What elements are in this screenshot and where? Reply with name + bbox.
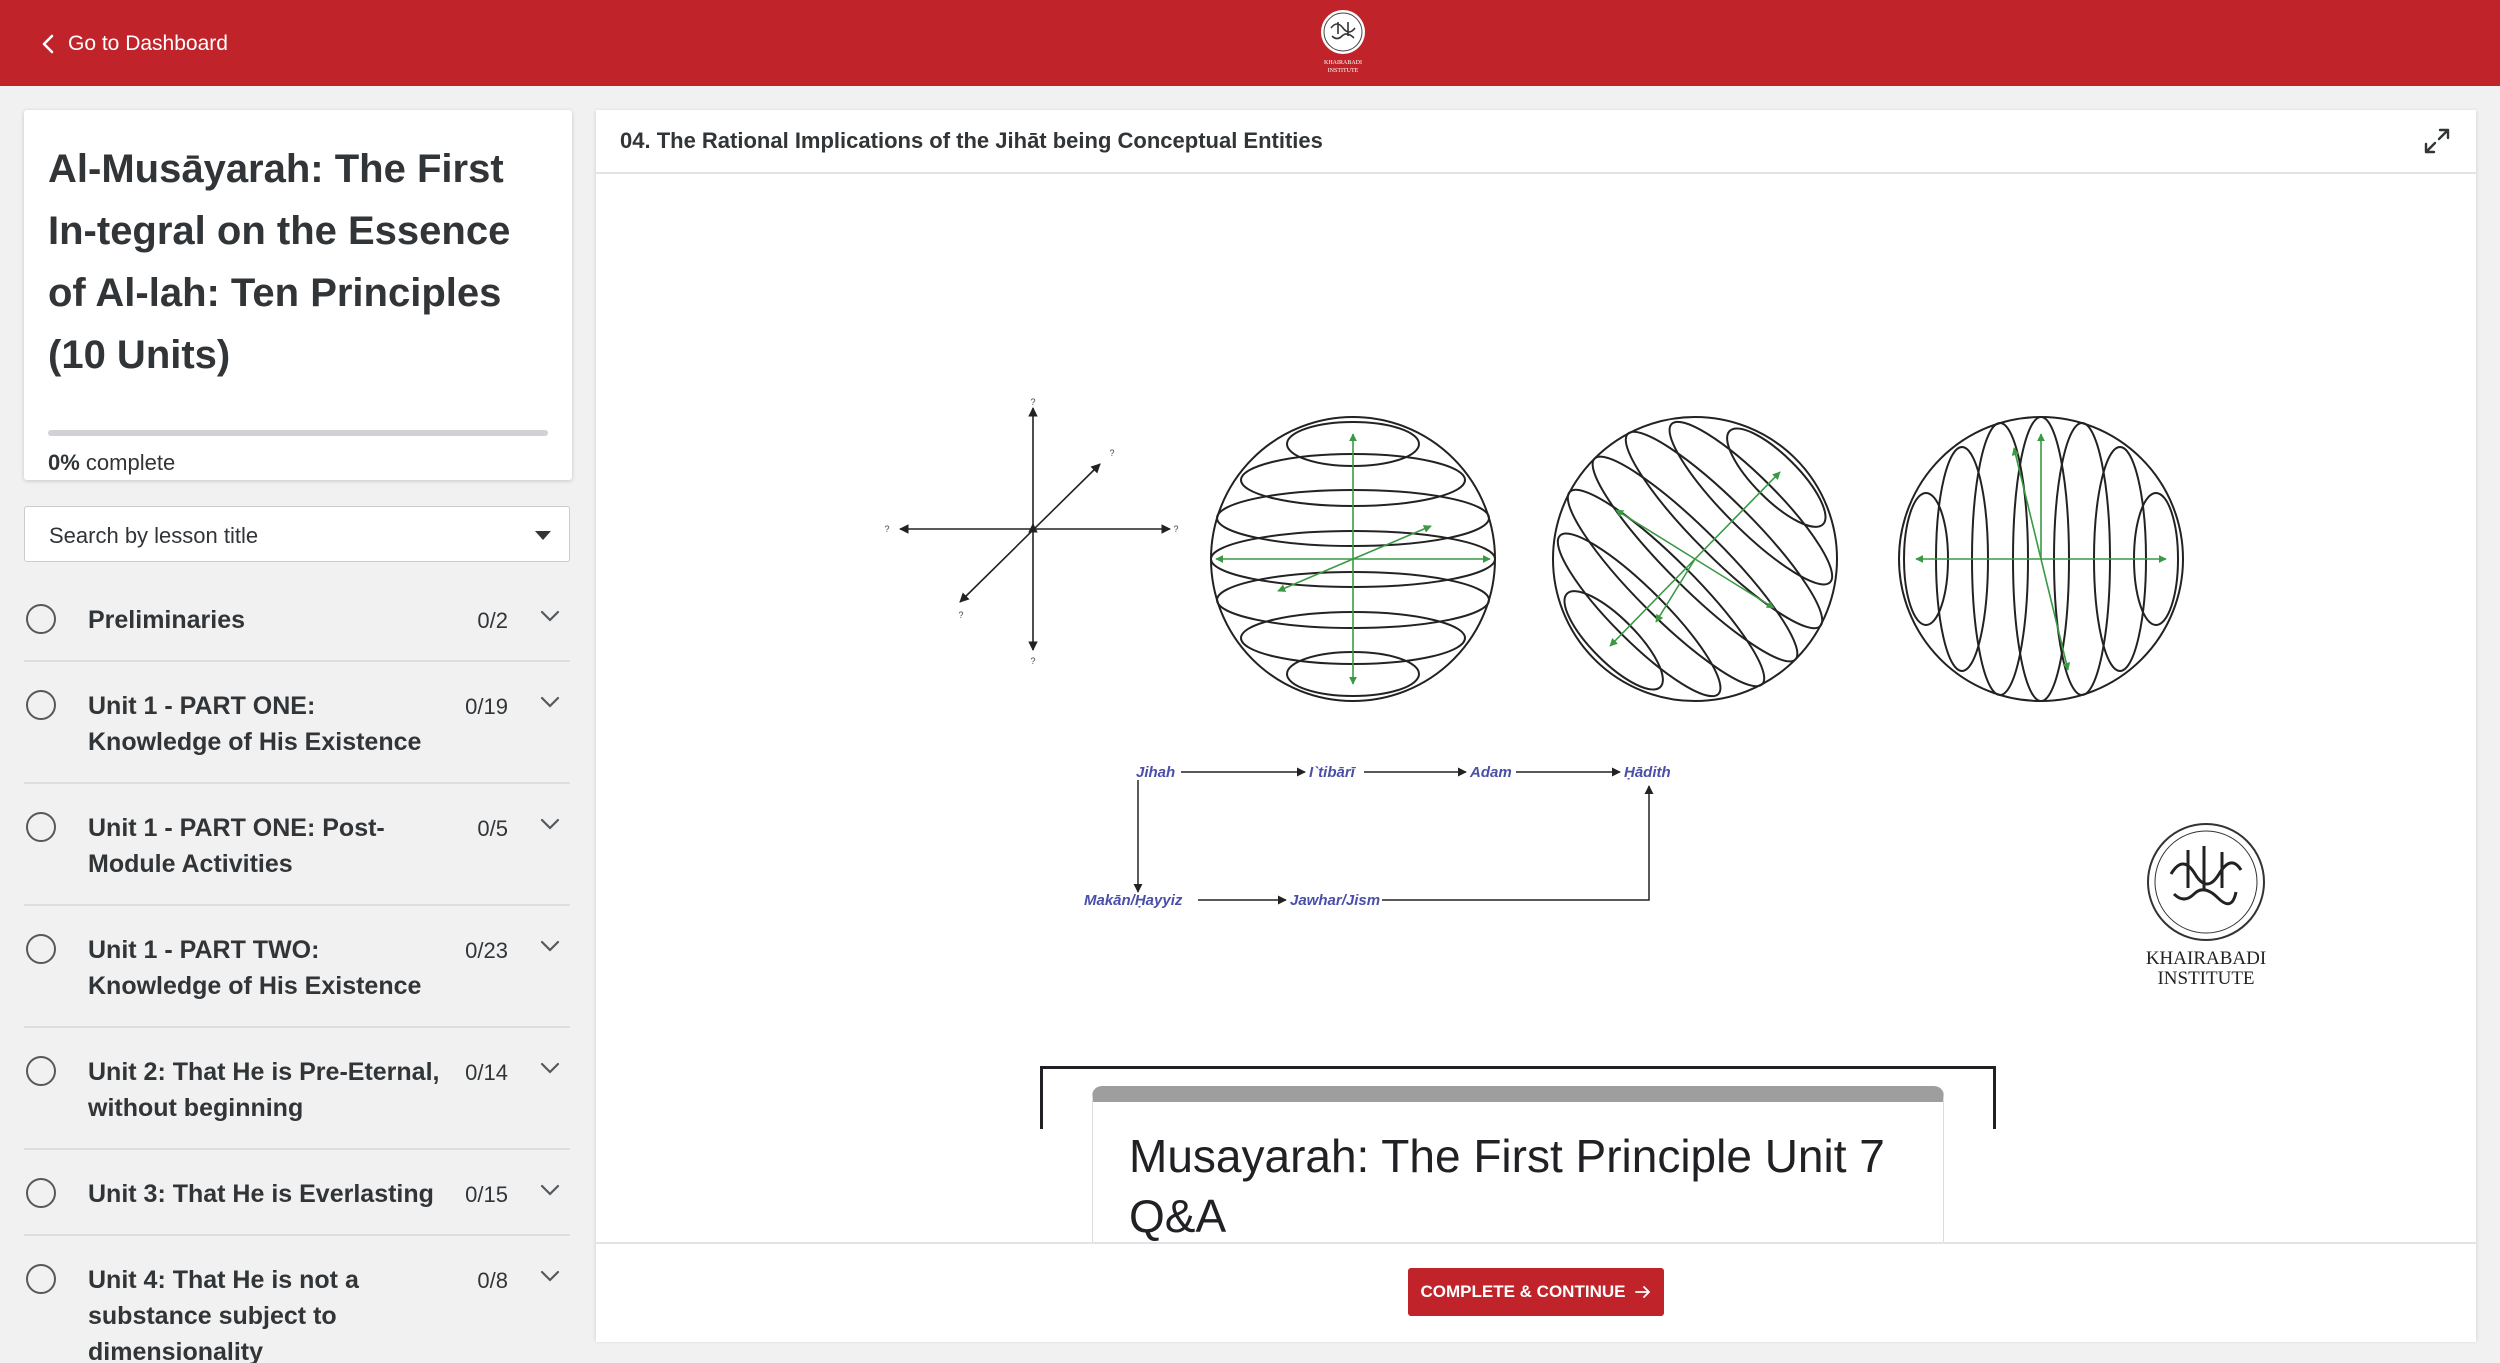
search-label: Search by lesson title	[49, 523, 259, 548]
flow-jihah: Jihah	[1136, 764, 1175, 781]
lesson-title: 04. The Rational Implications of the Jih…	[620, 128, 1323, 153]
flow-jawhar: Jawhar/Jism	[1290, 892, 1380, 909]
section-label: Unit 1 - PART ONE: Post-Module Activitie…	[88, 814, 385, 878]
section-unit4[interactable]: Unit 4: That He is not a substance subje…	[24, 1236, 570, 1363]
svg-text:?: ?	[1030, 656, 1035, 666]
status-circle-icon	[26, 812, 56, 842]
svg-text:KHAIRABADI: KHAIRABADI	[2146, 948, 2266, 969]
flow-adam: Adam	[1469, 764, 1512, 781]
go-to-dashboard-link[interactable]: Go to Dashboard	[42, 24, 228, 64]
chevron-left-icon	[42, 34, 54, 54]
lesson-diagram: ? ? ? ? ? ? Jihah I`tibārī Adam Ḥādith M…	[884, 397, 2266, 989]
section-count: 0/19	[465, 694, 508, 719]
progress-value: 0%	[48, 450, 80, 475]
sphere-diagonal-rings	[1552, 416, 1838, 702]
progress-text: 0% complete	[48, 450, 175, 476]
svg-text:INSTITUTE: INSTITUTE	[1328, 68, 1359, 74]
section-count: 0/23	[465, 938, 508, 963]
section-count: 0/15	[465, 1182, 508, 1207]
course-card: Al-Musāyarah: The First In-tegral on the…	[24, 110, 572, 480]
chevron-down-icon	[540, 1184, 560, 1196]
chevron-down-icon	[540, 696, 560, 708]
top-bar: Go to Dashboard KHAIRABADI INSTITUTE	[0, 0, 2500, 86]
lesson-content: 04. The Rational Implications of the Jih…	[596, 110, 2476, 1342]
status-circle-icon	[26, 690, 56, 720]
lesson-search-select[interactable]: Search by lesson title	[24, 506, 570, 562]
chevron-down-icon	[540, 1062, 560, 1074]
section-unit1-post-module[interactable]: Unit 1 - PART ONE: Post-Module Activitie…	[24, 784, 570, 906]
section-label: Unit 3: That He is Everlasting	[88, 1180, 434, 1208]
status-circle-icon	[26, 604, 56, 634]
caret-down-icon	[535, 531, 551, 540]
embedded-form-card[interactable]: Musayarah: The First Principle Unit 7 Q&…	[1092, 1086, 1944, 1246]
status-circle-icon	[26, 1264, 56, 1294]
concept-flow-diagram: Jihah I`tibārī Adam Ḥādith Makān/Ḥayyiz …	[1084, 764, 1671, 909]
lesson-header: 04. The Rational Implications of the Jih…	[596, 110, 2476, 174]
chevron-down-icon	[540, 940, 560, 952]
axes-diagram: ? ? ? ? ? ?	[884, 397, 1178, 666]
svg-text:INSTITUTE: INSTITUTE	[2157, 968, 2254, 989]
chevron-down-icon	[540, 610, 560, 622]
svg-text:?: ?	[1173, 524, 1178, 534]
svg-text:?: ?	[958, 610, 963, 620]
chevron-down-icon	[540, 818, 560, 830]
course-sidebar: Al-Musāyarah: The First In-tegral on the…	[0, 86, 590, 1363]
khairabadi-logo: KHAIRABADI INSTITUTE	[2146, 823, 2266, 989]
arrow-right-icon	[1635, 1286, 1651, 1298]
flow-itibari: I`tibārī	[1309, 764, 1357, 781]
section-unit2[interactable]: Unit 2: That He is Pre-Eternal, without …	[24, 1028, 570, 1150]
course-title: Al-Musāyarah: The First In-tegral on the…	[48, 147, 511, 377]
institute-logo: KHAIRABADI INSTITUTE	[1321, 10, 1365, 74]
section-preliminaries[interactable]: Preliminaries 0/2	[24, 576, 570, 662]
section-count: 0/8	[477, 1268, 508, 1293]
expand-icon[interactable]	[2422, 126, 2452, 156]
status-circle-icon	[26, 1178, 56, 1208]
lesson-footer: COMPLETE & CONTINUE	[596, 1242, 2476, 1342]
back-label: Go to Dashboard	[68, 32, 228, 55]
section-count: 0/14	[465, 1060, 508, 1085]
flow-makan: Makān/Ḥayyiz	[1084, 892, 1183, 909]
status-circle-icon	[26, 1056, 56, 1086]
section-unit1-part-two[interactable]: Unit 1 - PART TWO: Knowledge of His Exis…	[24, 906, 570, 1028]
embed-title: Musayarah: The First Principle Unit 7 Q&…	[1129, 1130, 1885, 1242]
progress-suffix: complete	[85, 450, 176, 475]
section-label: Unit 4: That He is not a substance subje…	[88, 1266, 359, 1363]
status-circle-icon	[26, 934, 56, 964]
section-unit3[interactable]: Unit 3: That He is Everlasting 0/15	[24, 1150, 570, 1236]
section-label: Unit 1 - PART ONE: Knowledge of His Exis…	[88, 692, 422, 756]
chevron-down-icon	[540, 1270, 560, 1282]
section-unit1-part-one[interactable]: Unit 1 - PART ONE: Knowledge of His Exis…	[24, 662, 570, 784]
section-count: 0/5	[477, 816, 508, 841]
sphere-vertical-rings	[1898, 416, 2184, 702]
svg-text:KHAIRABADI: KHAIRABADI	[1324, 60, 1362, 66]
svg-text:?: ?	[1109, 448, 1114, 458]
svg-text:?: ?	[1030, 397, 1035, 407]
section-label: Unit 1 - PART TWO: Knowledge of His Exis…	[88, 936, 422, 1000]
progress-bar	[48, 430, 548, 436]
svg-text:?: ?	[884, 524, 889, 534]
complete-continue-button[interactable]: COMPLETE & CONTINUE	[1408, 1268, 1664, 1316]
section-count: 0/2	[477, 608, 508, 633]
flow-hadith: Ḥādith	[1624, 764, 1671, 781]
cta-label: COMPLETE & CONTINUE	[1420, 1282, 1626, 1301]
section-label: Unit 2: That He is Pre-Eternal, without …	[88, 1058, 440, 1122]
sphere-horizontal-rings	[1210, 416, 1496, 702]
section-label: Preliminaries	[88, 606, 246, 634]
